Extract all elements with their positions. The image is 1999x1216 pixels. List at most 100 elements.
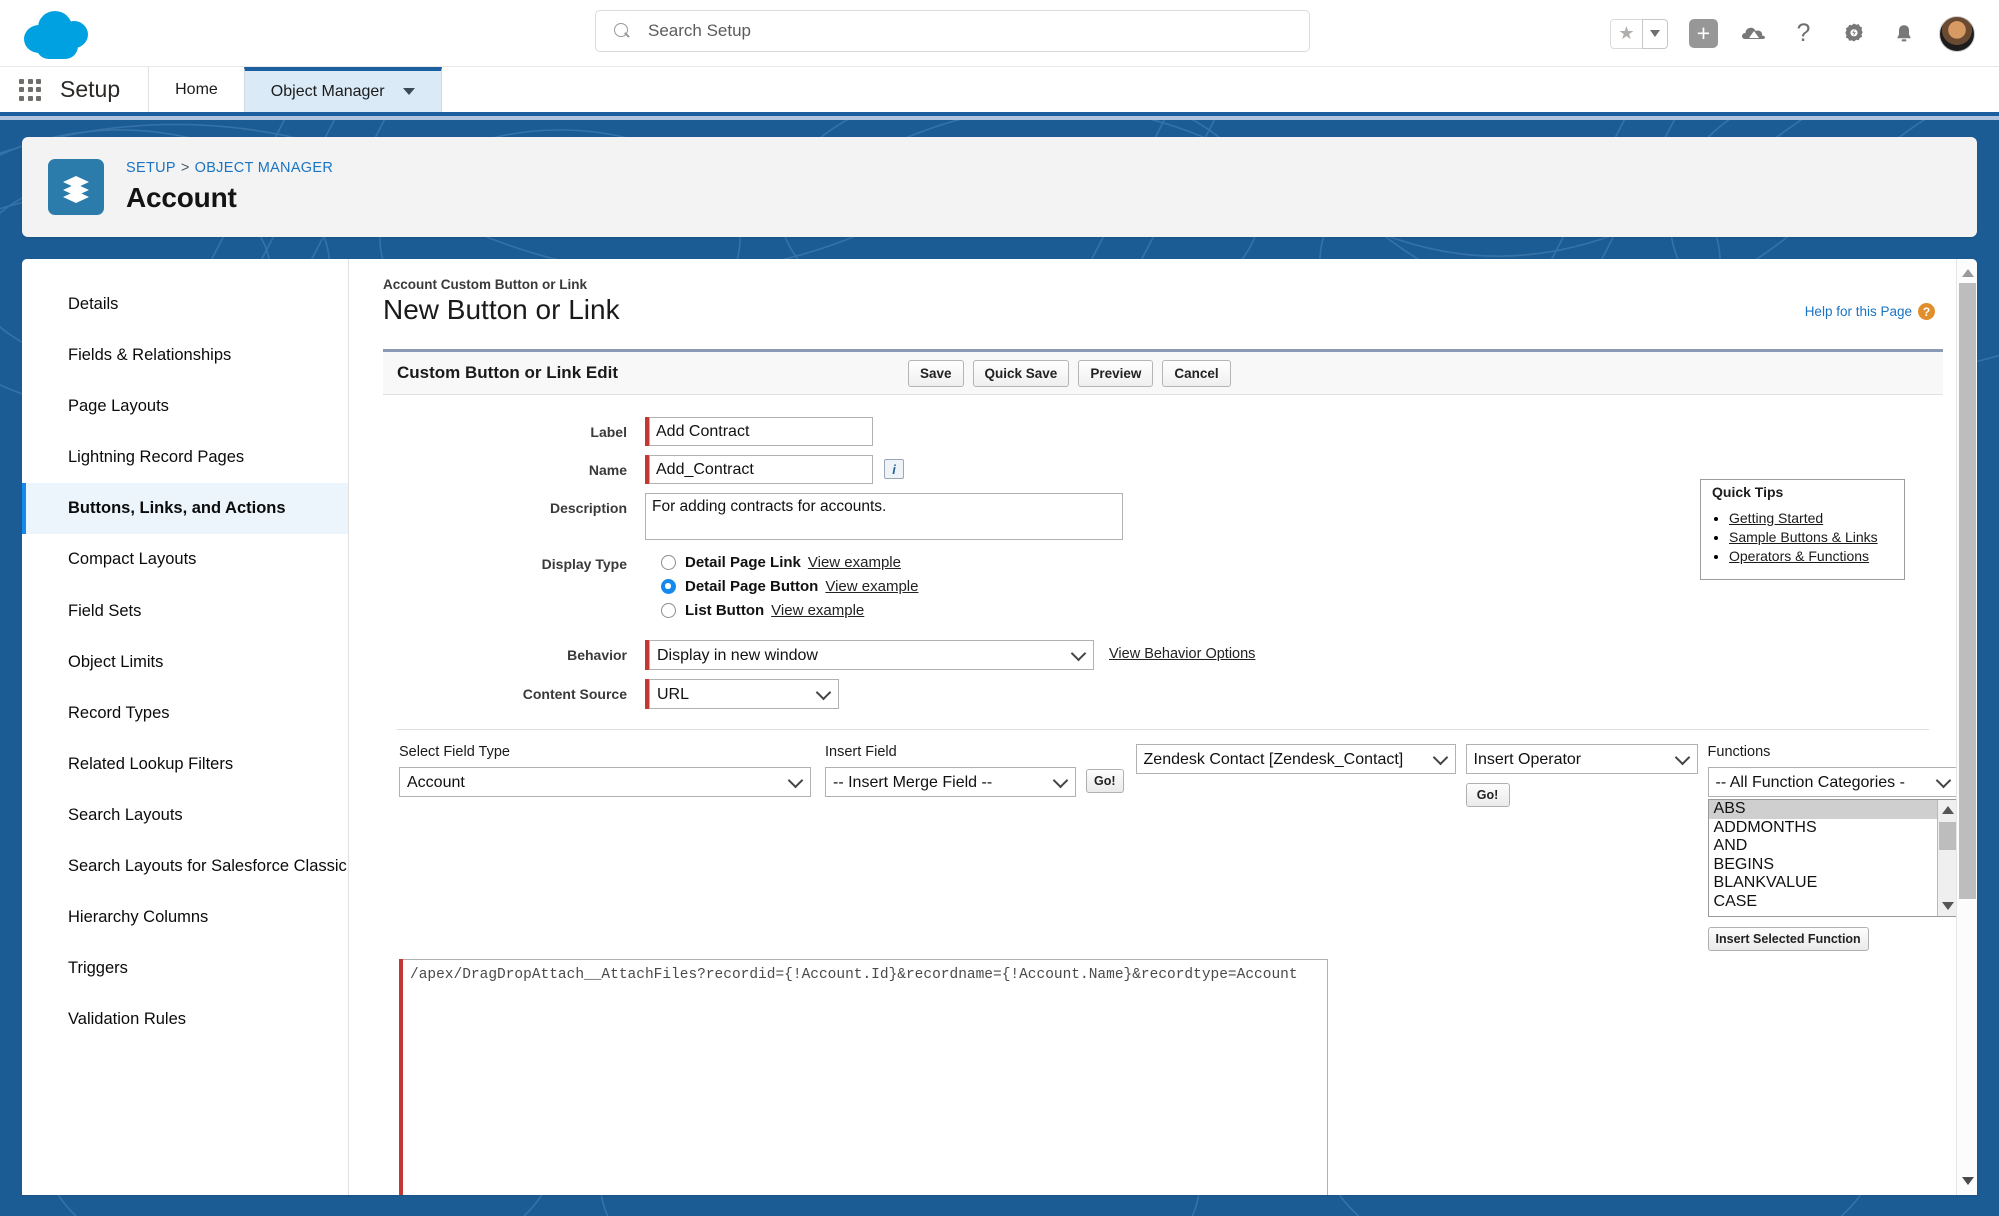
insert-operator-group: Insert Operator Go! (1465, 744, 1698, 807)
sidebar-item-lightning-record-pages[interactable]: Lightning Record Pages (22, 432, 348, 483)
scrollbar-thumb[interactable] (1938, 822, 1956, 850)
object-select-dropdown[interactable]: Zendesk Contact [Zendesk_Contact] (1135, 744, 1456, 774)
radio-icon-selected[interactable] (661, 579, 676, 594)
help-question-icon: ? (1918, 303, 1935, 320)
object-select-group: Zendesk Contact [Zendesk_Contact] (1135, 744, 1456, 774)
radio-label: Detail Page Button (685, 578, 819, 595)
form-region: Help for this Page ? Account Custom Butt… (349, 259, 1977, 1195)
chevron-down-icon[interactable] (402, 88, 415, 95)
label-input[interactable] (649, 417, 873, 446)
sidebar-item-record-types[interactable]: Record Types (22, 688, 348, 739)
sidebar-item-details[interactable]: Details (22, 279, 348, 330)
preview-button[interactable]: Preview (1078, 359, 1154, 387)
insert-selected-function-button[interactable]: Insert Selected Function (1707, 927, 1869, 951)
salesforce-cloud-logo[interactable] (22, 7, 96, 59)
name-input[interactable] (649, 455, 873, 484)
merge-field-go-button[interactable]: Go! (1086, 769, 1124, 793)
notifications-bell-icon[interactable] (1889, 19, 1918, 48)
info-icon[interactable]: i (884, 459, 904, 479)
object-sidebar: Details Fields & Relationships Page Layo… (22, 259, 349, 1195)
quick-tip-operators-functions[interactable]: Operators & Functions (1729, 548, 1869, 564)
breadcrumb-object-manager[interactable]: OBJECT MANAGER (195, 160, 333, 176)
quick-tips-panel: Quick Tips Getting Started Sample Button… (1700, 479, 1905, 580)
list-item: Getting Started (1729, 510, 1898, 528)
add-icon[interactable]: + (1689, 19, 1718, 48)
cloud-setup-icon[interactable] (1739, 19, 1768, 48)
radio-list-button[interactable]: List Button View example (661, 602, 918, 619)
sidebar-item-buttons-links-actions[interactable]: Buttons, Links, and Actions (22, 483, 348, 535)
sidebar-item-field-sets[interactable]: Field Sets (22, 586, 348, 637)
quick-save-button[interactable]: Quick Save (972, 359, 1070, 387)
scroll-up-arrow-icon[interactable] (1941, 806, 1954, 814)
app-name: Setup (60, 76, 121, 102)
content-scrollbar[interactable] (1956, 259, 1977, 1195)
scroll-up-arrow-icon[interactable] (1961, 269, 1974, 277)
sidebar-item-validation-rules[interactable]: Validation Rules (22, 994, 348, 1045)
list-item[interactable]: ADDMONTHS (1709, 819, 1957, 838)
operator-go-button[interactable]: Go! (1465, 783, 1510, 807)
scrollbar-thumb[interactable] (1959, 283, 1976, 899)
list-item[interactable]: ABS (1708, 800, 1957, 819)
radio-detail-page-button[interactable]: Detail Page Button View example (661, 578, 918, 595)
quick-tip-sample-buttons-links[interactable]: Sample Buttons & Links (1729, 529, 1878, 545)
sidebar-item-triggers[interactable]: Triggers (22, 943, 348, 994)
sidebar-item-page-layouts[interactable]: Page Layouts (22, 381, 348, 432)
breadcrumb: SETUP > OBJECT MANAGER (126, 160, 333, 176)
merge-go-group: Go! (1086, 744, 1124, 793)
radio-detail-page-link[interactable]: Detail Page Link View example (661, 554, 918, 571)
view-example-link[interactable]: View example (771, 602, 864, 619)
formula-textarea[interactable]: /apex/DragDropAttach__AttachFiles?record… (403, 959, 1328, 1195)
sidebar-item-fields-relationships[interactable]: Fields & Relationships (22, 330, 348, 381)
list-item[interactable]: BLANKVALUE (1709, 874, 1957, 893)
quick-tip-getting-started[interactable]: Getting Started (1729, 510, 1823, 526)
gear-setup-icon[interactable] (1839, 19, 1868, 48)
sidebar-item-related-lookup-filters[interactable]: Related Lookup Filters (22, 739, 348, 790)
behavior-select[interactable]: Display in new window (649, 640, 1094, 670)
functions-scrollbar[interactable] (1936, 800, 1957, 916)
list-item[interactable]: CASE (1709, 893, 1957, 912)
tab-object-manager[interactable]: Object Manager (243, 67, 442, 112)
global-search[interactable]: Search Setup (595, 10, 1310, 52)
content-source-select[interactable]: URL (649, 679, 839, 709)
description-field-label: Description (549, 500, 627, 516)
favorites-star-icon[interactable]: ★ (1610, 18, 1642, 49)
view-behavior-options-link[interactable]: View Behavior Options (1109, 640, 1255, 670)
radio-icon[interactable] (661, 555, 676, 570)
action-button-row: Save Quick Save Preview Cancel (907, 359, 1231, 387)
sidebar-item-hierarchy-columns[interactable]: Hierarchy Columns (22, 892, 348, 943)
list-item[interactable]: AND (1709, 837, 1957, 856)
search-icon (614, 22, 631, 40)
select-field-type-dropdown[interactable]: Account (399, 767, 811, 797)
field-row-label: Label (383, 417, 1943, 446)
scroll-down-arrow-icon[interactable] (1961, 1177, 1974, 1185)
help-for-this-page-link[interactable]: Help for this Page ? (1805, 303, 1935, 320)
user-avatar[interactable] (1939, 15, 1975, 52)
list-item[interactable]: BEGINS (1709, 856, 1957, 875)
favorites-group[interactable]: ★ (1610, 18, 1668, 49)
select-field-type-group: Select Field Type Account (399, 744, 811, 797)
functions-listbox[interactable]: ABS ADDMONTHS AND BEGINS BLANKVALUE CASE (1707, 799, 1958, 917)
cancel-button[interactable]: Cancel (1162, 359, 1231, 387)
description-textarea[interactable]: For adding contracts for accounts. (645, 493, 1123, 540)
view-example-link[interactable]: View example (825, 578, 918, 595)
help-icon[interactable]: ? (1789, 19, 1818, 48)
search-input[interactable]: Search Setup (648, 21, 751, 41)
insert-merge-field-dropdown[interactable]: -- Insert Merge Field -- (825, 767, 1076, 797)
insert-operator-dropdown[interactable]: Insert Operator (1465, 744, 1698, 774)
app-launcher-button[interactable] (0, 67, 60, 112)
content-panel: Details Fields & Relationships Page Layo… (22, 259, 1977, 1195)
layers-object-icon (48, 159, 104, 215)
sidebar-item-search-layouts-classic[interactable]: Search Layouts for Salesforce Classic (22, 841, 348, 892)
radio-icon[interactable] (661, 603, 676, 618)
sidebar-item-object-limits[interactable]: Object Limits (22, 637, 348, 688)
save-button[interactable]: Save (907, 359, 964, 387)
view-example-link[interactable]: View example (808, 554, 901, 571)
scroll-down-arrow-icon[interactable] (1941, 902, 1954, 910)
tab-home[interactable]: Home (148, 67, 244, 112)
sidebar-item-search-layouts[interactable]: Search Layouts (22, 790, 348, 841)
breadcrumb-setup[interactable]: SETUP (126, 160, 176, 176)
function-category-dropdown[interactable]: -- All Function Categories - (1707, 767, 1959, 797)
favorites-dropdown-icon[interactable] (1642, 18, 1668, 49)
sidebar-item-compact-layouts[interactable]: Compact Layouts (22, 534, 348, 585)
formula-editor-wrap: /apex/DragDropAttach__AttachFiles?record… (383, 951, 1943, 1195)
